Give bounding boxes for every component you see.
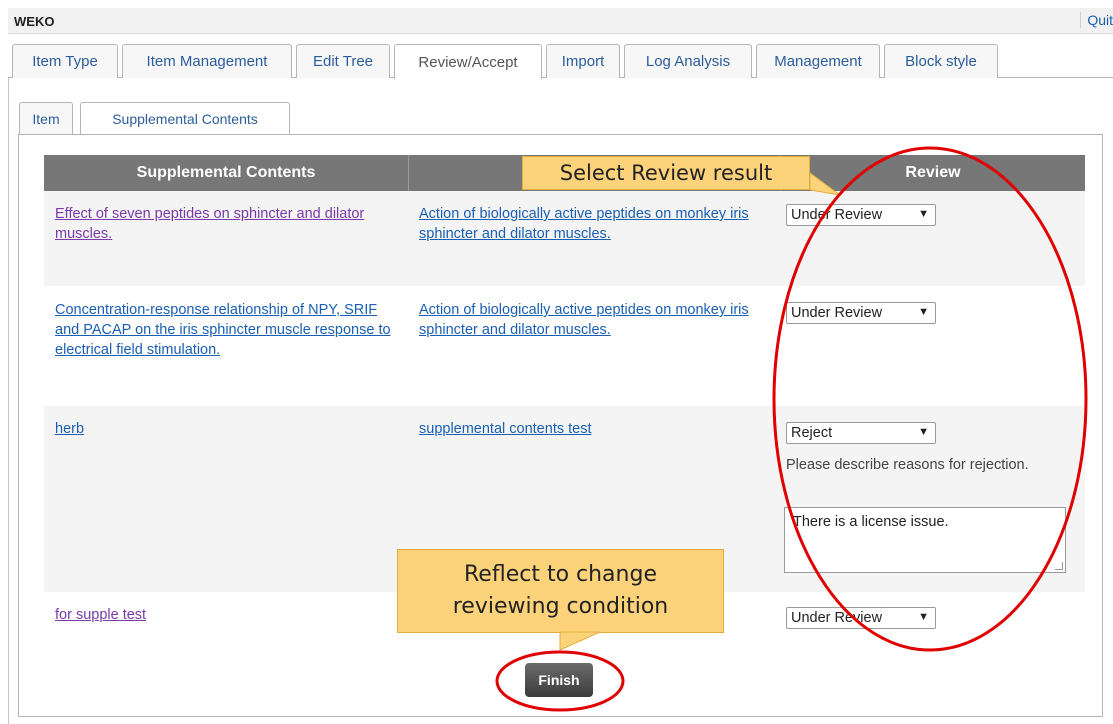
review-select[interactable]: Reject ▼ — [786, 422, 936, 444]
select-review-callout: Select Review result — [522, 156, 810, 190]
related-cell: Action of biologically active peptides o… — [419, 204, 764, 244]
content-cell: Effect of seven peptides on sphincter an… — [55, 204, 395, 244]
content-link[interactable]: herb — [55, 421, 84, 437]
related-item-link[interactable]: Action of biologically active peptides o… — [419, 302, 749, 338]
column-header-review: Review — [780, 155, 1085, 191]
tab-block-style[interactable]: Block style — [884, 44, 998, 78]
subtab-item[interactable]: Item — [19, 102, 73, 134]
content-link[interactable]: Concentration-response relationship of N… — [55, 302, 391, 358]
tab-edit-tree[interactable]: Edit Tree — [296, 44, 390, 78]
resize-handle-icon[interactable] — [1055, 562, 1063, 570]
content-cell: for supple test — [55, 605, 400, 625]
content-cell: Concentration-response relationship of N… — [55, 300, 400, 360]
main-tab-bar: Item Type Item Management Edit Tree Revi… — [8, 44, 1113, 79]
rejection-reason-textarea[interactable]: There is a license issue. — [784, 507, 1066, 573]
related-cell: Action of biologically active peptides o… — [419, 300, 764, 340]
related-item-link[interactable]: Action of biologically active peptides o… — [419, 206, 749, 242]
related-item-link[interactable]: supplemental contents test — [419, 421, 592, 437]
tab-item-type[interactable]: Item Type — [12, 44, 118, 78]
content-link[interactable]: for supple test — [55, 607, 146, 623]
table-row: Effect of seven peptides on sphincter an… — [44, 191, 1085, 286]
content-link[interactable]: Effect of seven peptides on sphincter an… — [55, 206, 364, 242]
tab-item-management[interactable]: Item Management — [122, 44, 292, 78]
column-header-supplemental-contents: Supplemental Contents — [136, 164, 316, 181]
dropdown-arrow-icon: ▼ — [918, 426, 929, 438]
content-cell: herb — [55, 419, 400, 439]
review-select[interactable]: Under Review ▼ — [786, 607, 936, 629]
review-select[interactable]: Under Review ▼ — [786, 302, 936, 324]
dropdown-arrow-icon: ▼ — [918, 208, 929, 220]
table-row: Concentration-response relationship of N… — [44, 286, 1085, 406]
rejection-reason-label: Please describe reasons for rejection. — [786, 457, 1029, 473]
finish-button[interactable]: Finish — [525, 663, 593, 697]
tab-review-accept[interactable]: Review/Accept — [394, 44, 542, 79]
tab-log-analysis[interactable]: Log Analysis — [624, 44, 752, 78]
related-cell: supplemental contents test — [419, 419, 764, 439]
reflect-callout: Reflect to change reviewing condition — [397, 549, 724, 633]
review-select-value: Under Review — [791, 305, 883, 321]
quit-link[interactable]: Quit — [1080, 12, 1113, 28]
rejection-reason-text: There is a license issue. — [793, 514, 949, 530]
review-select-value: Reject — [791, 425, 833, 441]
review-select-value: Under Review — [791, 610, 883, 626]
review-select-value: Under Review — [791, 207, 883, 223]
app-header: WEKO Quit — [8, 8, 1113, 34]
tab-import[interactable]: Import — [546, 44, 620, 78]
tab-management[interactable]: Management — [756, 44, 880, 78]
subtab-supplemental-contents[interactable]: Supplemental Contents — [80, 102, 290, 135]
dropdown-arrow-icon: ▼ — [918, 306, 929, 318]
app-brand: WEKO — [14, 14, 55, 29]
dropdown-arrow-icon: ▼ — [918, 611, 929, 623]
review-select[interactable]: Under Review ▼ — [786, 204, 936, 226]
